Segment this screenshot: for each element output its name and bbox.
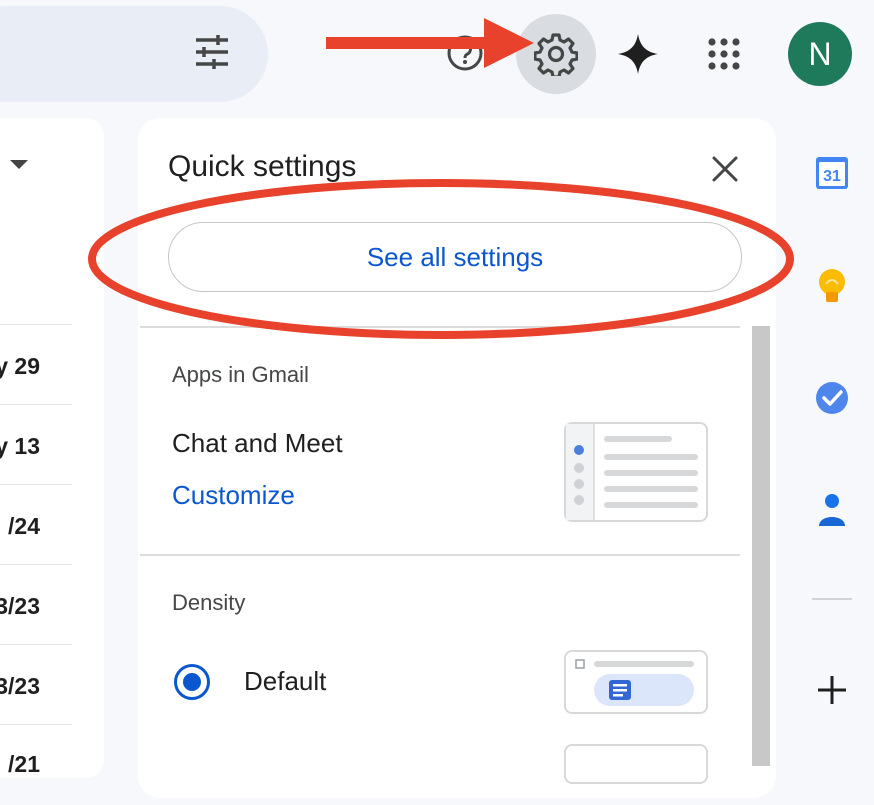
- red-arrow-annotation: [326, 18, 534, 68]
- annotation-overlay: [88, 18, 794, 339]
- red-ellipse-annotation: [88, 179, 794, 339]
